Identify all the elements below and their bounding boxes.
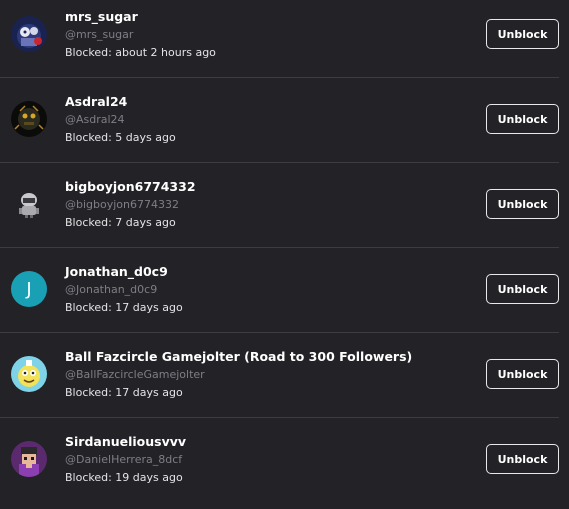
- robot-avatar-icon: [11, 186, 47, 222]
- list-item: Asdral24 @Asdral24 Blocked: 5 days ago U…: [0, 85, 559, 169]
- list-item: Sirdanueliousvvv @DanielHerrera_8dcf Blo…: [0, 425, 559, 509]
- user-handle: @bigboyjon6774332: [65, 198, 179, 211]
- list-item: bigboyjon6774332 @bigboyjon6774332 Block…: [0, 170, 559, 254]
- row-divider: [0, 247, 559, 248]
- user-handle: @BallFazcircleGamejolter: [65, 368, 205, 381]
- unblock-button[interactable]: Unblock: [486, 359, 559, 389]
- list-item: Ball Fazcircle Gamejolter (Road to 300 F…: [0, 340, 559, 424]
- blocked-time: Blocked: 5 days ago: [65, 131, 176, 144]
- mrs-sugar-avatar-icon: [11, 16, 47, 52]
- user-display-name[interactable]: bigboyjon6774332: [65, 179, 196, 194]
- user-handle: @DanielHerrera_8dcf: [65, 453, 183, 466]
- user-display-name[interactable]: Asdral24: [65, 94, 127, 109]
- row-divider: [0, 417, 559, 418]
- avatar[interactable]: J: [11, 271, 47, 307]
- row-divider: [0, 332, 559, 333]
- avatar[interactable]: [11, 16, 47, 52]
- row-divider: [0, 77, 559, 78]
- unblock-button[interactable]: Unblock: [486, 19, 559, 49]
- user-display-name[interactable]: mrs_sugar: [65, 9, 138, 24]
- unblock-button[interactable]: Unblock: [486, 444, 559, 474]
- blocked-time: Blocked: 17 days ago: [65, 386, 183, 399]
- cartoon-avatar-icon: [11, 356, 47, 392]
- user-display-name[interactable]: Ball Fazcircle Gamejolter (Road to 300 F…: [65, 349, 412, 364]
- unblock-button[interactable]: Unblock: [486, 274, 559, 304]
- user-display-name[interactable]: Jonathan_d0c9: [65, 264, 168, 279]
- asdral-avatar-icon: [11, 101, 47, 137]
- unblock-button[interactable]: Unblock: [486, 189, 559, 219]
- blocked-time: Blocked: 7 days ago: [65, 216, 176, 229]
- avatar[interactable]: [11, 186, 47, 222]
- list-item: mrs_sugar @mrs_sugar Blocked: about 2 ho…: [0, 0, 559, 84]
- avatar-letter: J: [26, 278, 32, 300]
- row-divider: [0, 162, 559, 163]
- user-display-name[interactable]: Sirdanueliousvvv: [65, 434, 186, 449]
- avatar[interactable]: [11, 356, 47, 392]
- list-item: J Jonathan_d0c9 @Jonathan_d0c9 Blocked: …: [0, 255, 559, 339]
- avatar[interactable]: [11, 101, 47, 137]
- blocked-time: Blocked: about 2 hours ago: [65, 46, 216, 59]
- unblock-button[interactable]: Unblock: [486, 104, 559, 134]
- user-handle: @Jonathan_d0c9: [65, 283, 158, 296]
- pixel-avatar-icon: [11, 441, 47, 477]
- blocked-time: Blocked: 19 days ago: [65, 471, 183, 484]
- blocked-time: Blocked: 17 days ago: [65, 301, 183, 314]
- avatar[interactable]: [11, 441, 47, 477]
- user-handle: @mrs_sugar: [65, 28, 134, 41]
- user-handle: @Asdral24: [65, 113, 125, 126]
